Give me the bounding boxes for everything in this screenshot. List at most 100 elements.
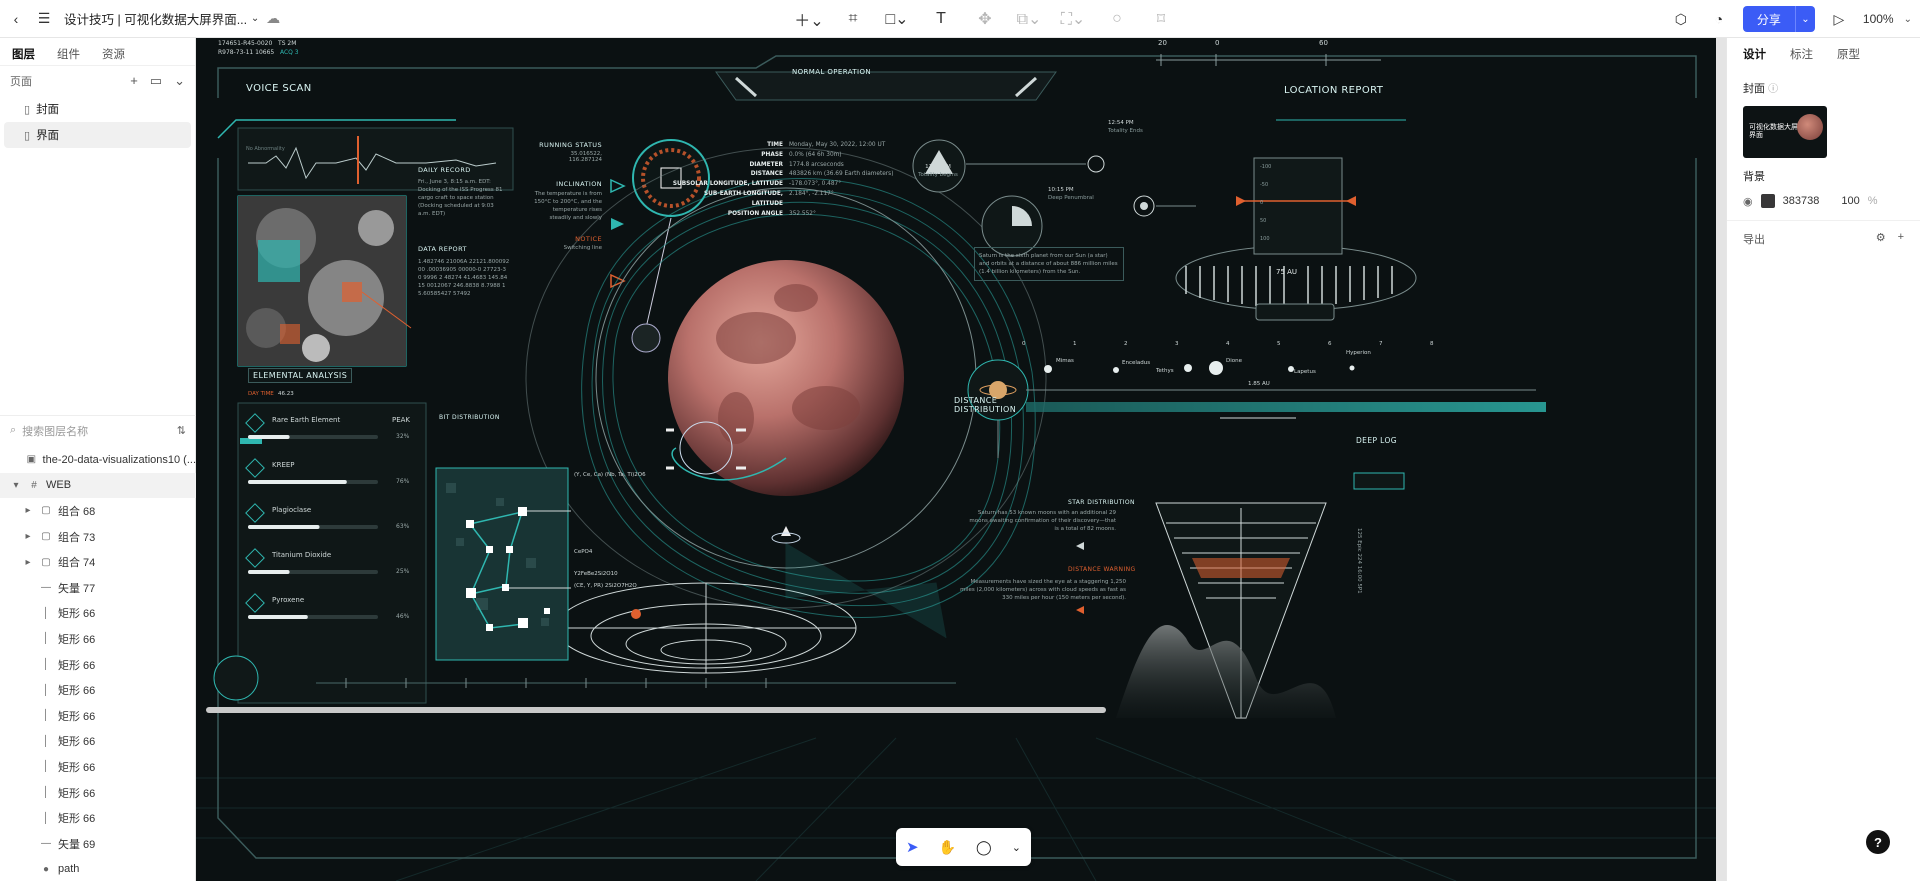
tab-annotate[interactable]: 标注 [1790, 46, 1813, 58]
info-value: 483826 km (36.69 Earth diameters) [789, 170, 893, 180]
color-swatch[interactable] [1761, 194, 1775, 208]
day-time-value: 46.23 [278, 391, 294, 397]
more-icon[interactable]: ⌄ [1012, 841, 1021, 854]
search-input[interactable]: 搜索图层名称 [22, 423, 171, 439]
element-bar-fill [248, 615, 308, 619]
tab-components[interactable]: 组件 [57, 46, 80, 57]
caret-icon[interactable]: ▸ [22, 557, 34, 568]
vertical-scrollbar[interactable] [1716, 38, 1726, 881]
planet-thumb [1797, 114, 1823, 140]
data-report-text: 1.482746 21006A 22121.80009200 .00036905… [418, 258, 510, 298]
element-bar-fill [248, 570, 290, 574]
shape-tool-icon[interactable]: □⌄ [878, 5, 916, 33]
page-item-ui[interactable]: ▯ 界面 [4, 122, 191, 148]
voice-scan-sub: No Abnormality [246, 146, 285, 152]
ruler-label-0: 0 [1215, 39, 1219, 47]
zoom-level[interactable]: 100% [1863, 12, 1894, 26]
page-item-cover[interactable]: ▯ 封面 [4, 96, 191, 122]
layer-row[interactable]: ▾#WEB [0, 473, 196, 499]
eye-icon[interactable]: ◉ [1743, 195, 1753, 208]
share-button[interactable]: 分享 [1743, 6, 1795, 32]
plugin-icon[interactable]: ⬡ [1667, 5, 1695, 33]
menu-icon[interactable]: ☰ [30, 5, 58, 33]
document-title[interactable]: 设计技巧 | 可视化数据大屏界面... [64, 9, 247, 28]
bell-icon[interactable]: ◔ [1705, 5, 1733, 33]
bg-hex[interactable]: 383738 [1783, 195, 1820, 207]
caret-icon[interactable]: ▾ [10, 480, 22, 491]
distance-span: 1.85 AU [1248, 381, 1270, 387]
hand-icon[interactable]: ✋ [939, 839, 956, 856]
add-page-icon[interactable]: + [130, 73, 138, 89]
collapse-icon[interactable]: ⌄ [174, 73, 185, 89]
canvas[interactable]: 174651-R45-0020 TS 2M R978-73-11 10665 A… [196, 38, 1726, 881]
layer-row[interactable]: │矩形 66 [0, 601, 196, 627]
comment-icon[interactable]: ◯ [976, 839, 992, 856]
info-icon[interactable]: ⓘ [1768, 84, 1778, 95]
chevron-down-icon[interactable]: ⌄ [247, 5, 263, 33]
add-tool-icon[interactable]: ＋⌄ [790, 5, 828, 33]
layer-row[interactable]: │矩形 66 [0, 754, 196, 780]
event-3: 10:15 PMDeep Penumbral [1048, 186, 1094, 202]
caret-icon[interactable]: ▸ [22, 505, 34, 516]
tab-assets[interactable]: 资源 [102, 46, 125, 57]
layer-row[interactable]: ▸▢组合 73 [0, 524, 196, 550]
bit-label: (CE, Y, PR) 2Si2O7H2O [574, 583, 637, 589]
layer-row[interactable]: ▸▢组合 68 [0, 498, 196, 524]
layer-row[interactable]: ▣the-20-data-visualizations10 (... [0, 447, 196, 473]
crop-tool-icon[interactable]: ⌑ [1142, 5, 1180, 33]
horizontal-scrollbar[interactable] [206, 707, 1106, 713]
play-icon[interactable]: ▷ [1825, 5, 1853, 33]
help-button[interactable]: ? [1866, 830, 1890, 854]
layer-row[interactable]: │矩形 66 [0, 677, 196, 703]
info-key: POSITION ANGLE [671, 210, 783, 220]
daily-record-text: Fri., June 3, 8:15 a.m. EDT: Docking of … [418, 178, 506, 218]
layer-row[interactable]: —矢量 77 [0, 575, 196, 601]
zoom-chevron-icon[interactable]: ⌄ [1904, 14, 1912, 25]
layer-row[interactable]: │矩形 66 [0, 780, 196, 806]
mask-tool-icon[interactable]: ⛶⌄ [1054, 5, 1092, 33]
layer-row[interactable]: —矢量 69 [0, 831, 196, 857]
distance-tick: 5 [1277, 341, 1281, 347]
settings-icon[interactable]: ⚙ [1876, 231, 1886, 247]
right-panel-tabs: 设计 标注 原型 [1727, 38, 1920, 66]
layer-row[interactable]: │矩形 66 [0, 805, 196, 831]
share-dropdown-icon[interactable]: ⌄ [1795, 6, 1815, 32]
cover-label: 封面 [1743, 83, 1765, 95]
layer-row[interactable]: ▸▢组合 74 [0, 549, 196, 575]
info-key: DIAMETER [671, 161, 783, 171]
text-tool-icon[interactable]: T [922, 5, 960, 33]
layer-row[interactable]: │矩形 66 [0, 703, 196, 729]
folder-icon[interactable]: ▭ [150, 73, 162, 89]
add-export-icon[interactable]: + [1898, 231, 1904, 247]
layer-row[interactable]: ●path [0, 857, 196, 882]
layer-search[interactable]: ⌕ 搜索图层名称 ⇅ [0, 415, 196, 445]
export-label: 导出 [1743, 231, 1765, 247]
bit-label: CePO4 [574, 549, 592, 555]
page-icon: ▯ [24, 129, 30, 142]
pointer-icon[interactable]: ➤ [906, 838, 919, 856]
layer-label: 矩形 66 [58, 708, 95, 724]
circle-tool-icon[interactable]: ○ [1098, 5, 1136, 33]
tab-prototype[interactable]: 原型 [1837, 46, 1860, 58]
layer-label: 矩形 66 [58, 682, 95, 698]
frame-tool-icon[interactable]: ⌗ [834, 5, 872, 33]
back-icon[interactable]: ‹ [2, 5, 30, 33]
event-time: 10:15 PM [1048, 187, 1074, 193]
rect-icon: │ [40, 633, 52, 644]
caret-icon[interactable]: ▸ [22, 531, 34, 542]
element-percent: 25% [396, 568, 409, 575]
component-tool-icon[interactable]: ✥ [966, 5, 1004, 33]
layer-row[interactable]: │矩形 66 [0, 652, 196, 678]
event-time: 12:54 PM [1108, 120, 1134, 126]
boolean-tool-icon[interactable]: ⧉⌄ [1010, 5, 1048, 33]
ruler-label-60: 60 [1319, 39, 1328, 47]
layer-row[interactable]: │矩形 66 [0, 729, 196, 755]
filter-icon[interactable]: ⇅ [177, 424, 186, 437]
tab-layers[interactable]: 图层 [12, 46, 35, 57]
layer-row[interactable]: │矩形 66 [0, 626, 196, 652]
distance-warning-title: DISTANCE WARNING [1068, 566, 1136, 573]
bg-opacity[interactable]: 100 [1841, 195, 1859, 207]
tab-design[interactable]: 设计 [1743, 46, 1766, 58]
cover-thumbnail[interactable]: 可视化数据大屏界面 [1743, 106, 1827, 158]
day-time-label: DAY TIME [248, 391, 274, 397]
